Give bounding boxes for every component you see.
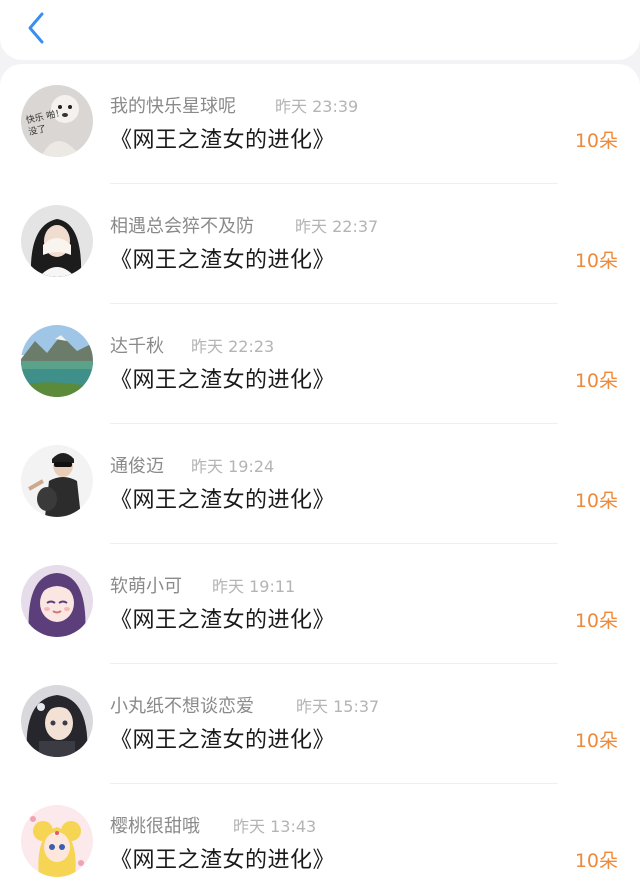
avatar[interactable]	[21, 205, 93, 277]
gifter-name: 樱桃很甜哦	[110, 816, 200, 837]
list-item[interactable]: 通俊迈 昨天 19:24 《网王之渣女的进化》 10朵	[0, 424, 640, 544]
list-item[interactable]: 小丸纸不想谈恋爱 昨天 15:37 《网王之渣女的进化》 10朵	[0, 664, 640, 784]
avatar[interactable]	[21, 445, 93, 517]
list-item[interactable]: 快乐 啪！没了 我的快乐星球呢 昨天 23:39 《网王之渣女的进化》 10朵	[0, 64, 640, 184]
gift-amount: 10朵	[574, 130, 618, 152]
gift-time: 昨天 19:24	[191, 457, 275, 476]
gifter-name: 通俊迈	[110, 456, 164, 477]
book-title: 《网王之渣女的进化》	[110, 248, 336, 273]
gift-time: 昨天 13:43	[233, 817, 317, 836]
avatar[interactable]: 快乐 啪！没了	[21, 85, 93, 157]
gift-amount: 10朵	[574, 730, 618, 752]
gift-amount: 10朵	[574, 250, 618, 272]
list-item[interactable]: 软萌小可 昨天 19:11 《网王之渣女的进化》 10朵	[0, 544, 640, 664]
gift-time: 昨天 19:11	[212, 577, 296, 596]
gift-time: 昨天 15:37	[296, 697, 380, 716]
gift-time: 昨天 23:39	[275, 97, 359, 116]
chevron-left-icon	[28, 12, 44, 44]
gifter-name: 达千秋	[110, 336, 164, 357]
book-title: 《网王之渣女的进化》	[110, 728, 336, 753]
book-title: 《网王之渣女的进化》	[110, 368, 336, 393]
book-title: 《网王之渣女的进化》	[110, 488, 336, 513]
avatar[interactable]	[21, 685, 93, 757]
book-title: 《网王之渣女的进化》	[110, 848, 336, 873]
gifter-name: 相遇总会猝不及防	[110, 216, 254, 237]
gift-amount: 10朵	[574, 850, 618, 872]
back-button[interactable]	[18, 8, 54, 48]
book-title: 《网王之渣女的进化》	[110, 128, 336, 153]
list-item[interactable]: 樱桃很甜哦 昨天 13:43 《网王之渣女的进化》 10朵	[0, 784, 640, 880]
book-title: 《网王之渣女的进化》	[110, 608, 336, 633]
gifter-name: 软萌小可	[110, 576, 182, 597]
gift-amount: 10朵	[574, 490, 618, 512]
gift-time: 昨天 22:23	[191, 337, 275, 356]
gift-list: 快乐 啪！没了 我的快乐星球呢 昨天 23:39 《网王之渣女的进化》 10朵 …	[0, 64, 640, 880]
avatar[interactable]	[21, 325, 93, 397]
list-item[interactable]: 相遇总会猝不及防 昨天 22:37 《网王之渣女的进化》 10朵	[0, 184, 640, 304]
list-item[interactable]: 达千秋 昨天 22:23 《网王之渣女的进化》 10朵	[0, 304, 640, 424]
gift-amount: 10朵	[574, 370, 618, 392]
top-navigation-bar	[0, 0, 640, 60]
gift-time: 昨天 22:37	[295, 217, 379, 236]
gifter-name: 小丸纸不想谈恋爱	[110, 696, 254, 717]
gift-amount: 10朵	[574, 610, 618, 632]
avatar[interactable]	[21, 565, 93, 637]
gifter-name: 我的快乐星球呢	[110, 96, 236, 117]
avatar[interactable]	[21, 805, 93, 877]
